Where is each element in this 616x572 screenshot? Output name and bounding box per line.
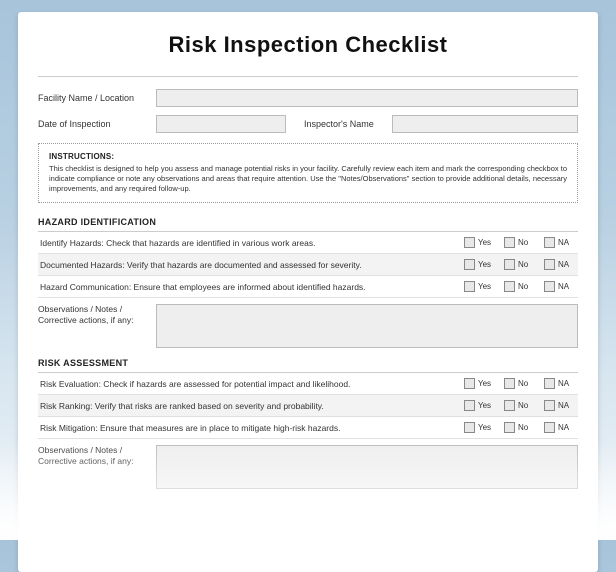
checkbox-icon [504, 422, 515, 433]
check-row: Risk Ranking: Verify that risks are rank… [38, 395, 578, 417]
check-text: Risk Mitigation: Ensure that measures ar… [38, 423, 458, 433]
notes-row: Observations / Notes / Corrective action… [38, 445, 578, 489]
checkbox-icon [544, 400, 555, 411]
check-row: Risk Mitigation: Ensure that measures ar… [38, 417, 578, 439]
facility-label: Facility Name / Location [38, 93, 148, 103]
checkbox-icon [464, 259, 475, 270]
section-header: HAZARD IDENTIFICATION [38, 217, 578, 232]
checkbox-icon [504, 378, 515, 389]
option-na[interactable]: NA [544, 378, 578, 389]
instructions-body: This checklist is designed to help you a… [49, 164, 567, 194]
notes-label: Observations / Notes / Corrective action… [38, 445, 148, 489]
checkbox-icon [504, 237, 515, 248]
option-na[interactable]: NA [544, 237, 578, 248]
option-no[interactable]: No [504, 259, 538, 270]
option-yes[interactable]: Yes [464, 400, 498, 411]
option-no[interactable]: No [504, 378, 538, 389]
date-input[interactable] [156, 115, 286, 133]
checkbox-icon [544, 378, 555, 389]
check-text: Documented Hazards: Verify that hazards … [38, 260, 458, 270]
check-text: Risk Ranking: Verify that risks are rank… [38, 401, 458, 411]
checkbox-icon [464, 422, 475, 433]
inspector-label: Inspector's Name [294, 119, 384, 129]
section-header: RISK ASSESSMENT [38, 358, 578, 373]
checkbox-icon [544, 281, 555, 292]
checkbox-icon [544, 259, 555, 270]
option-yes[interactable]: Yes [464, 237, 498, 248]
option-yes[interactable]: Yes [464, 422, 498, 433]
notes-textarea[interactable] [156, 445, 578, 489]
document-page: Risk Inspection Checklist Facility Name … [18, 12, 598, 572]
option-no[interactable]: No [504, 237, 538, 248]
check-row: Risk Evaluation: Check if hazards are as… [38, 373, 578, 395]
check-text: Hazard Communication: Ensure that employ… [38, 282, 458, 292]
instructions-heading: INSTRUCTIONS: [49, 152, 567, 161]
option-yes[interactable]: Yes [464, 259, 498, 270]
facility-input[interactable] [156, 89, 578, 107]
notes-textarea[interactable] [156, 304, 578, 348]
option-na[interactable]: NA [544, 422, 578, 433]
option-no[interactable]: No [504, 422, 538, 433]
checkbox-icon [504, 281, 515, 292]
checkbox-icon [504, 259, 515, 270]
check-text: Identify Hazards: Check that hazards are… [38, 238, 458, 248]
checkbox-icon [504, 400, 515, 411]
date-inspector-row: Date of Inspection Inspector's Name [38, 115, 578, 133]
date-label: Date of Inspection [38, 119, 148, 129]
checkbox-icon [544, 422, 555, 433]
check-text: Risk Evaluation: Check if hazards are as… [38, 379, 458, 389]
facility-row: Facility Name / Location [38, 89, 578, 107]
checkbox-icon [464, 237, 475, 248]
option-no[interactable]: No [504, 281, 538, 292]
inspector-input[interactable] [392, 115, 578, 133]
check-row: Hazard Communication: Ensure that employ… [38, 276, 578, 298]
checkbox-icon [464, 400, 475, 411]
checkbox-icon [544, 237, 555, 248]
checkbox-icon [464, 281, 475, 292]
notes-label: Observations / Notes / Corrective action… [38, 304, 148, 348]
check-row: Documented Hazards: Verify that hazards … [38, 254, 578, 276]
title-divider [38, 76, 578, 77]
option-yes[interactable]: Yes [464, 378, 498, 389]
instructions-box: INSTRUCTIONS: This checklist is designed… [38, 143, 578, 203]
option-na[interactable]: NA [544, 259, 578, 270]
page-title: Risk Inspection Checklist [38, 32, 578, 58]
option-na[interactable]: NA [544, 281, 578, 292]
check-row: Identify Hazards: Check that hazards are… [38, 232, 578, 254]
checkbox-icon [464, 378, 475, 389]
option-na[interactable]: NA [544, 400, 578, 411]
notes-row: Observations / Notes / Corrective action… [38, 304, 578, 348]
option-yes[interactable]: Yes [464, 281, 498, 292]
option-no[interactable]: No [504, 400, 538, 411]
